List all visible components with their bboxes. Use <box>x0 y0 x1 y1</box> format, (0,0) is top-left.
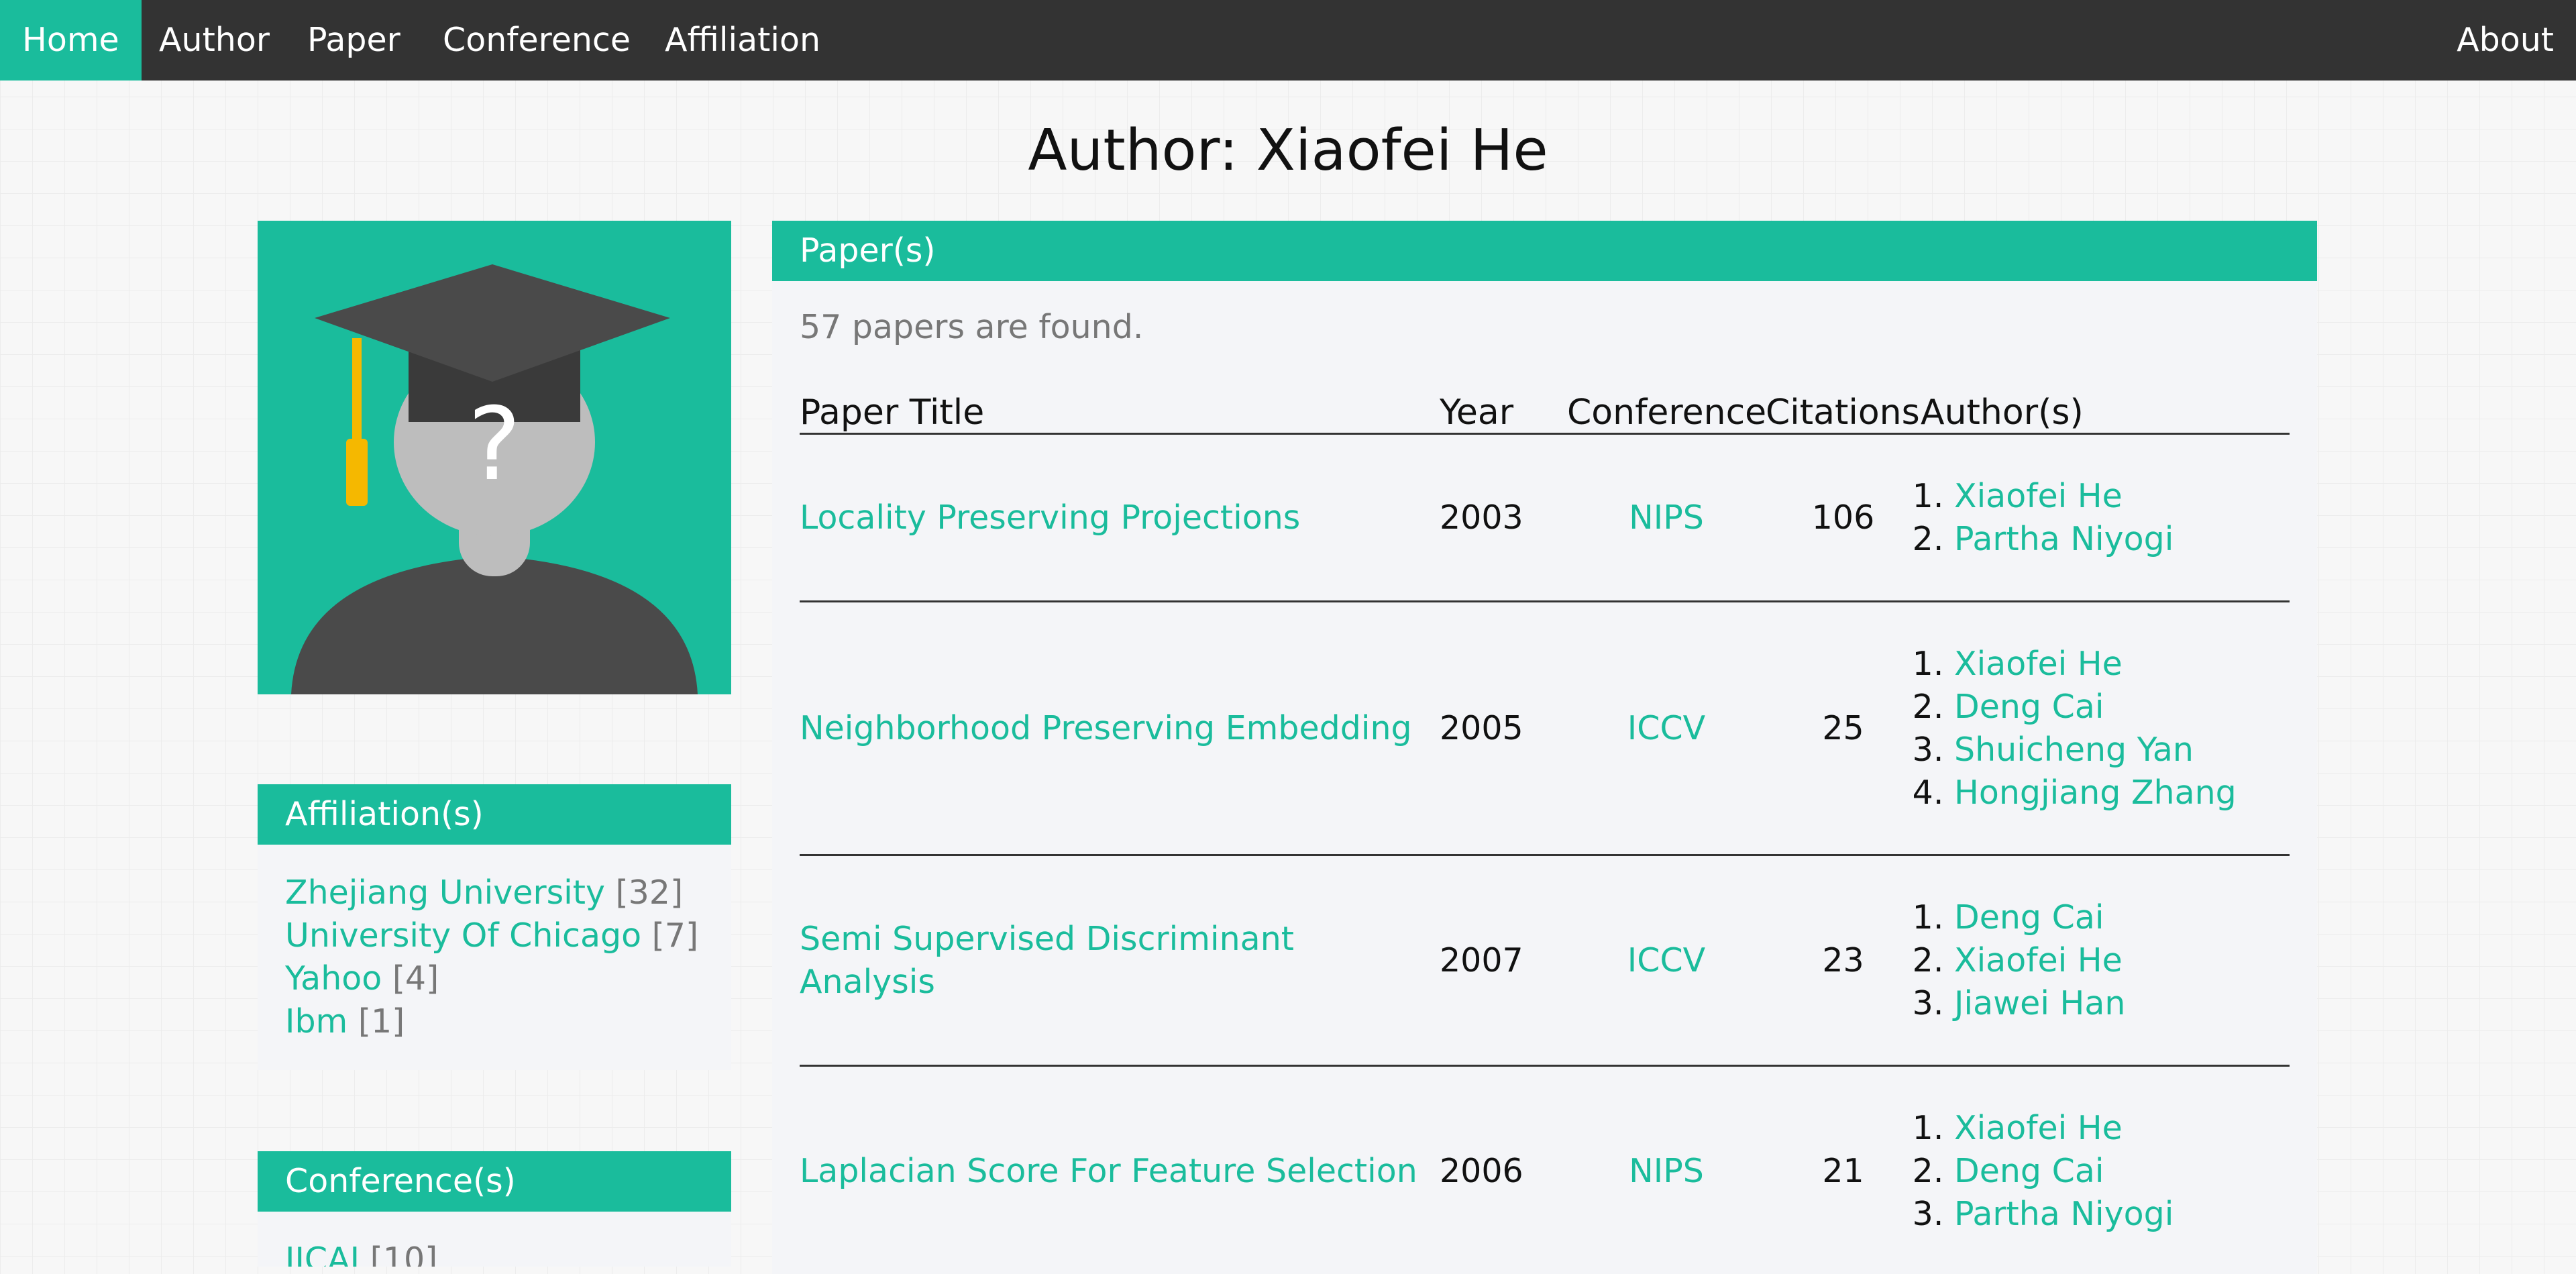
graduate-avatar-icon: ? <box>258 221 731 694</box>
author-link[interactable]: Jiawei Han <box>1954 984 2125 1022</box>
table-header-row: Paper Title Year Conference Citations Au… <box>800 380 2290 434</box>
conferences-panel: Conference(s) IJCAI [10] <box>258 1151 731 1267</box>
author-link[interactable]: Xiaofei He <box>1954 477 2123 515</box>
affiliation-link[interactable]: University Of Chicago <box>285 916 641 955</box>
affiliation-item: Zhejiang University [32] <box>285 871 704 914</box>
paper-title-link[interactable]: Neighborhood Preserving Embedding <box>800 709 1412 747</box>
papers-panel: Paper(s) 57 papers are found. Paper Titl… <box>772 221 2317 1274</box>
author-list: Xiaofei He Deng Cai Shuicheng Yan Hongji… <box>1921 643 2290 814</box>
author-avatar: ? <box>258 221 731 694</box>
author-link[interactable]: Xiaofei He <box>1954 1109 2123 1147</box>
column-header-year: Year <box>1440 380 1567 434</box>
paper-title-link[interactable]: Locality Preserving Projections <box>800 498 1300 537</box>
author-link[interactable]: Shuicheng Yan <box>1954 731 2194 769</box>
affiliation-item: University Of Chicago [7] <box>285 914 704 957</box>
affiliation-link[interactable]: Yahoo <box>285 959 382 998</box>
author-link[interactable]: Xiaofei He <box>1954 941 2123 979</box>
table-row: Neighborhood Preserving Embedding 2005 I… <box>800 602 2290 855</box>
author-list: Xiaofei He Partha Niyogi <box>1921 475 2290 561</box>
paper-conference-link[interactable]: ICCV <box>1627 941 1705 979</box>
author-link[interactable]: Xiaofei He <box>1954 645 2123 683</box>
conferences-list: IJCAI [10] <box>258 1212 731 1267</box>
author-link[interactable]: Partha Niyogi <box>1954 520 2174 558</box>
affiliation-link[interactable]: Zhejiang University <box>285 873 605 912</box>
paper-year: 2003 <box>1440 434 1567 602</box>
papers-found-text: 57 papers are found. <box>800 308 1143 346</box>
author-link[interactable]: Deng Cai <box>1954 1152 2104 1190</box>
paper-conference-link[interactable]: ICCV <box>1627 709 1705 747</box>
table-row: Laplacian Score For Feature Selection 20… <box>800 1066 2290 1274</box>
column-header-conference: Conference <box>1567 380 1766 434</box>
column-header-citations: Citations <box>1766 380 1921 434</box>
affiliation-count: [4] <box>392 959 439 998</box>
conference-item: IJCAI [10] <box>285 1238 704 1267</box>
author-link[interactable]: Deng Cai <box>1954 898 2104 937</box>
paper-citations: 25 <box>1766 602 1921 855</box>
nav-conference[interactable]: Conference <box>421 0 653 81</box>
affiliation-count: [7] <box>652 916 698 955</box>
affiliation-count: [1] <box>358 1002 405 1041</box>
nav-author[interactable]: Author <box>137 0 292 81</box>
column-header-authors: Author(s) <box>1921 380 2290 434</box>
paper-title-link[interactable]: Laplacian Score For Feature Selection <box>800 1152 1417 1190</box>
papers-header: Paper(s) <box>772 221 2317 281</box>
affiliation-link[interactable]: Ibm <box>285 1002 347 1041</box>
top-navbar: Home Author Paper Conference Affiliation… <box>0 0 2576 81</box>
paper-year: 2007 <box>1440 855 1567 1066</box>
paper-citations: 23 <box>1766 855 1921 1066</box>
paper-title-link[interactable]: Semi Supervised Discriminant Analysis <box>800 920 1294 1001</box>
papers-table: Paper Title Year Conference Citations Au… <box>800 380 2290 1274</box>
question-mark: ? <box>468 386 521 503</box>
nav-paper[interactable]: Paper <box>285 0 423 81</box>
affiliation-item: Ibm [1] <box>285 1000 704 1043</box>
page-title: Author: Xiaofei He <box>0 114 2576 188</box>
author-link[interactable]: Deng Cai <box>1954 688 2104 726</box>
affiliation-item: Yahoo [4] <box>285 957 704 1000</box>
affiliation-count: [32] <box>616 873 684 912</box>
nav-affiliation[interactable]: Affiliation <box>643 0 843 81</box>
nav-about[interactable]: About <box>2434 0 2576 81</box>
paper-citations: 21 <box>1766 1066 1921 1274</box>
table-row: Locality Preserving Projections 2003 NIP… <box>800 434 2290 602</box>
paper-citations: 106 <box>1766 434 1921 602</box>
affiliations-panel: Affiliation(s) Zhejiang University [32] … <box>258 784 731 1070</box>
conference-count: [10] <box>370 1240 438 1267</box>
column-header-paper-title: Paper Title <box>800 380 1440 434</box>
affiliations-list: Zhejiang University [32] University Of C… <box>258 845 731 1070</box>
affiliations-header: Affiliation(s) <box>258 784 731 845</box>
author-list: Xiaofei He Deng Cai Partha Niyogi <box>1921 1107 2290 1236</box>
table-row: Semi Supervised Discriminant Analysis 20… <box>800 855 2290 1066</box>
paper-year: 2005 <box>1440 602 1567 855</box>
author-link[interactable]: Partha Niyogi <box>1954 1195 2174 1233</box>
paper-conference-link[interactable]: NIPS <box>1629 498 1704 537</box>
nav-home[interactable]: Home <box>0 0 142 81</box>
author-link[interactable]: Hongjiang Zhang <box>1954 774 2237 812</box>
conference-link[interactable]: IJCAI <box>285 1240 360 1267</box>
paper-year: 2006 <box>1440 1066 1567 1274</box>
author-list: Deng Cai Xiaofei He Jiawei Han <box>1921 896 2290 1025</box>
conferences-header: Conference(s) <box>258 1151 731 1212</box>
paper-conference-link[interactable]: NIPS <box>1629 1152 1704 1190</box>
